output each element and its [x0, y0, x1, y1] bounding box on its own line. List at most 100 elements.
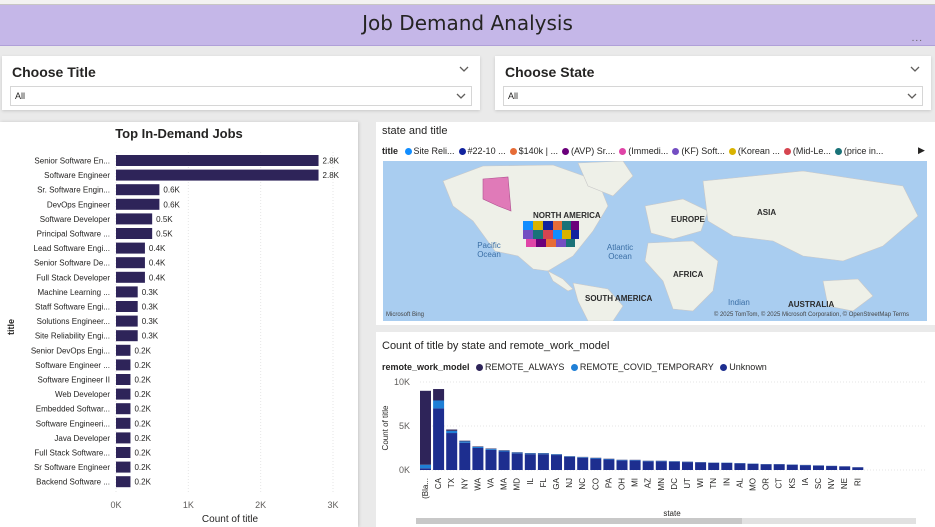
stack-segment: [629, 460, 641, 470]
x-tick-label: IN: [722, 478, 731, 486]
x-tick-label: OH: [618, 478, 627, 490]
map-legend-item[interactable]: $140k | ...: [509, 146, 558, 156]
stack-segment: [826, 466, 838, 470]
legend-dot: [783, 148, 791, 155]
y-tick-label: 5K: [399, 421, 410, 431]
category-label: Senior Software En...: [34, 157, 110, 166]
category-label: Senior DevOps Engi...: [31, 346, 110, 355]
category-label: Sr. Software Engin...: [37, 186, 110, 195]
data-label: 0.4K: [149, 259, 166, 268]
map-label-asia: ASIA: [757, 208, 777, 217]
y-axis-title: Count of title: [381, 405, 390, 450]
legend-dot: [834, 148, 842, 155]
stack-segment: [564, 456, 576, 457]
map-legend-item[interactable]: (price in...: [834, 146, 883, 156]
map-legend-item[interactable]: (AVP) Sr....: [561, 146, 615, 156]
legend-dot: [672, 148, 680, 155]
data-label: 0.5K: [156, 215, 173, 224]
x-tick-label: CO: [591, 478, 600, 490]
state-slicer-header: Choose State: [505, 64, 595, 80]
data-label: 0.3K: [142, 303, 159, 312]
map-label-indian: Indian: [728, 298, 750, 307]
stack-segment: [433, 389, 445, 401]
category-label: Senior Software De...: [34, 259, 110, 268]
map-legend-item[interactable]: (Mid-Le...: [783, 146, 831, 156]
chevron-down-icon: [906, 89, 918, 107]
world-map[interactable]: NORTH AMERICA EUROPE ASIA AFRICA SOUTH A…: [383, 161, 927, 321]
x-axis-title: state: [663, 509, 681, 518]
stack-segment: [616, 460, 628, 470]
bar: [116, 228, 153, 239]
chart-scrollbar[interactable]: [416, 518, 916, 524]
legend-next-icon[interactable]: ▶: [918, 145, 925, 156]
title-dropdown[interactable]: All: [10, 86, 472, 106]
stack-segment: [511, 452, 523, 454]
stack-segment: [472, 448, 484, 470]
x-tick-label: CT: [775, 478, 784, 489]
data-label: 0.2K: [134, 390, 151, 399]
category-label: Web Developer: [55, 390, 110, 399]
stack-segment: [537, 453, 549, 455]
stack-segment: [668, 461, 680, 470]
stack-segment: [420, 464, 431, 469]
map-label-south-america: SOUTH AMERICA: [585, 294, 653, 303]
map-title: state and title: [382, 125, 448, 137]
x-tick-label: MD: [513, 478, 522, 491]
x-tick-label: NE: [840, 478, 849, 489]
bar: [116, 301, 138, 312]
bar: [116, 184, 160, 196]
x-axis-title: Count of title: [202, 514, 259, 525]
stack-segment: [472, 446, 484, 447]
bar: [116, 461, 131, 473]
x-tick-label: NV: [827, 477, 836, 489]
state-dropdown[interactable]: All: [503, 86, 923, 106]
legend-label: (Korean ...: [737, 146, 780, 156]
map-legend-item[interactable]: (Immedi...: [619, 146, 668, 156]
map-label-pacific: Pacific Ocean: [477, 241, 501, 259]
stack-segment: [420, 390, 431, 465]
stack-segment: [472, 446, 484, 448]
bar: [116, 403, 131, 415]
x-tick-label: MA: [500, 477, 509, 490]
stack-segment: [734, 463, 746, 470]
map-credit[interactable]: © 2025 TomTom, © 2025 Microsoft Corporat…: [714, 312, 909, 318]
scrollbar-thumb[interactable]: [416, 518, 742, 524]
stack-segment: [577, 457, 589, 470]
stack-segment: [852, 467, 864, 470]
x-tick-label: NJ: [565, 478, 574, 488]
data-label: 0.5K: [156, 230, 173, 239]
map-legend-item[interactable]: (Korean ...: [728, 146, 780, 156]
bing-logo: Microsoft Bing: [386, 312, 425, 318]
title-slicer: Choose Title All: [2, 56, 480, 110]
x-tick-label: MI: [631, 478, 640, 487]
x-tick-label: 3K: [327, 500, 338, 510]
chevron-down-icon[interactable]: [909, 62, 921, 80]
stack-segment: [813, 465, 824, 470]
stack-segment: [708, 462, 720, 470]
x-tick-label: WI: [696, 478, 705, 488]
state-dropdown-value: All: [508, 91, 519, 101]
data-label: 0.3K: [142, 332, 159, 341]
y-tick-label: 10K: [394, 377, 410, 387]
map-label-north-america: NORTH AMERICA: [533, 211, 601, 220]
stack-segment: [433, 400, 445, 409]
x-tick-label: TX: [447, 477, 456, 488]
legend-label: #22-10 ...: [467, 146, 506, 156]
map-legend-item[interactable]: Site Reli...: [404, 146, 455, 156]
page-title: Job Demand Analysis: [362, 11, 573, 35]
map-legend-item[interactable]: (KF) Soft...: [672, 146, 725, 156]
more-options-icon[interactable]: ...: [912, 33, 923, 44]
x-tick-label: 0K: [110, 500, 121, 510]
stack-segment: [446, 433, 458, 470]
stack-segment: [642, 461, 654, 470]
category-label: DevOps Engineer: [47, 200, 110, 209]
x-tick-label: NY: [460, 477, 469, 489]
stack-segment: [511, 453, 523, 470]
map-legend-item[interactable]: #22-10 ...: [458, 146, 506, 156]
x-tick-label: GA: [552, 477, 561, 489]
stack-segment: [603, 459, 615, 470]
data-label: 0.6K: [163, 200, 180, 209]
stack-segment: [446, 429, 458, 431]
chevron-down-icon[interactable]: [458, 62, 470, 80]
legend-dot: [509, 148, 517, 155]
